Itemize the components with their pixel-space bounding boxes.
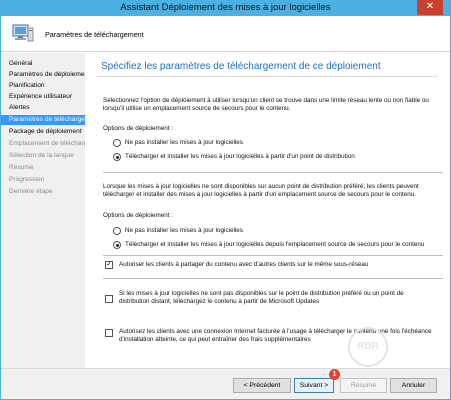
- previous-button[interactable]: < Précédent: [233, 378, 291, 393]
- nav-item-user-experience[interactable]: Expérience utilisateur: [1, 92, 85, 102]
- nav-item-language-selection: Sélection de la langue: [9, 152, 74, 159]
- nav-item-summary: Résumé: [9, 164, 34, 171]
- section-divider: [103, 172, 443, 173]
- radio-no-install-2[interactable]: [113, 227, 121, 235]
- radio-install-from-dp-label: Télécharger et installer les mises à jou…: [125, 153, 355, 160]
- checkbox-share-content-label: Autoriser les clients à partager du cont…: [119, 261, 369, 268]
- computer-icon: [12, 24, 34, 42]
- header-title: Paramètres de téléchargement: [45, 30, 144, 39]
- page-title: Spécifiez les paramètres de téléchargeme…: [101, 61, 381, 72]
- nav-item-download-location: Emplacement de téléchargem: [9, 140, 85, 147]
- radio-no-install-2-label: Ne pas installer les mises à jour logici…: [125, 227, 243, 234]
- wizard-footer: < Précédent Suivant > 1 Résumé Annuler: [1, 368, 450, 399]
- nav-item-completion: Dernière étape: [9, 188, 53, 195]
- title-bar: Assistant Déploiement des mises à jour l…: [0, 0, 451, 16]
- section1-description: Sélectionnez l'option de déploiement à u…: [103, 97, 429, 112]
- nav-item-scheduling[interactable]: Planification: [1, 81, 85, 91]
- checkbox-share-content[interactable]: ✓: [105, 261, 113, 269]
- checkbox-microsoft-updates[interactable]: [105, 295, 113, 303]
- radio-no-install-1-label: Ne pas installer les mises à jour logici…: [125, 139, 243, 146]
- next-button[interactable]: Suivant >: [294, 378, 334, 393]
- section-divider: [103, 278, 443, 279]
- nav-item-deployment-package[interactable]: Package de déploiement: [1, 127, 85, 137]
- step-badge: 1: [329, 369, 340, 380]
- section1-options-label: Options de déploiement :: [103, 125, 174, 132]
- nav-item-alerts[interactable]: Alertes: [1, 103, 85, 113]
- nav-item-download-settings[interactable]: Paramètres de téléchargem: [1, 115, 85, 125]
- radio-install-from-dp[interactable]: [113, 153, 121, 161]
- radio-install-from-fallback-label: Télécharger et installer les mises à jou…: [125, 241, 425, 248]
- nav-item-general[interactable]: Général: [1, 59, 85, 69]
- nav-item-progress: Progression: [9, 176, 45, 183]
- cancel-button[interactable]: Annuler: [390, 378, 437, 393]
- close-icon[interactable]: ✕: [417, 0, 443, 15]
- wizard-header: Paramètres de téléchargement: [1, 16, 450, 52]
- main-panel: Spécifiez les paramètres de téléchargeme…: [85, 53, 450, 368]
- radio-no-install-1[interactable]: [113, 139, 121, 147]
- section2-description: Lorsque les mises à jour logicielles ne …: [103, 183, 419, 198]
- checkbox-microsoft-updates-label: Si les mises à jour logicielles ne sont …: [119, 290, 404, 305]
- section2-options-label: Options de déploiement :: [103, 212, 174, 219]
- window-title: Assistant Déploiement des mises à jour l…: [120, 2, 331, 13]
- section-divider: [103, 255, 443, 256]
- title-divider: [97, 76, 438, 77]
- watermark-logo: RDR: [348, 327, 388, 367]
- summary-button: Résumé: [340, 378, 387, 393]
- wizard-nav: Général Paramètres de déploiement Planif…: [1, 53, 85, 368]
- radio-install-from-fallback[interactable]: [113, 241, 121, 249]
- checkbox-metered-connection[interactable]: [105, 329, 113, 337]
- nav-item-deployment-settings[interactable]: Paramètres de déploiement: [1, 70, 85, 80]
